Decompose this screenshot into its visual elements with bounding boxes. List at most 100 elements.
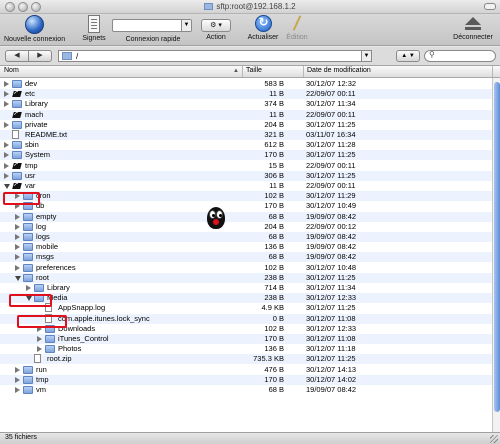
file-name: preferences [36, 262, 76, 272]
file-row[interactable]: AppSnapp.log 4.9 KB 30/12/07 11:25 [0, 303, 492, 313]
folder-row[interactable]: log 204 B 22/09/07 00:12 [0, 222, 492, 232]
file-size: 11 B [269, 181, 284, 190]
folder-row[interactable]: dev 583 B 30/12/07 12:32 [0, 79, 492, 89]
disclosure-closed-icon[interactable] [4, 91, 9, 98]
search-field[interactable]: ⚲ [424, 50, 496, 62]
disclosure-closed-icon[interactable] [4, 172, 9, 179]
column-size-header[interactable]: Taille [246, 67, 262, 74]
disclosure-closed-icon[interactable] [15, 387, 20, 393]
folder-row[interactable]: tmp 170 B 30/12/07 14:02 [0, 374, 492, 385]
folder-icon [12, 80, 22, 88]
folder-row[interactable]: usr 306 B 30/12/07 11:25 [0, 170, 492, 181]
toolbar-toggle-button[interactable] [484, 3, 496, 10]
file-row[interactable]: README.txt 321 B 03/11/07 16:34 [0, 130, 492, 140]
file-row[interactable]: root.zip 735.3 KB 30/12/07 11:25 [0, 354, 492, 365]
highlight-media [17, 315, 67, 328]
column-divider[interactable] [492, 66, 493, 77]
folder-row[interactable]: mobile 136 B 19/09/07 08:42 [0, 242, 492, 252]
column-divider[interactable] [303, 66, 304, 77]
disclosure-closed-icon[interactable] [37, 336, 42, 342]
disclosure-closed-icon[interactable] [4, 152, 9, 159]
disclosure-closed-icon[interactable] [26, 285, 31, 291]
forward-button[interactable]: ▶ [28, 50, 52, 62]
disclosure-closed-icon[interactable] [15, 223, 20, 230]
symlink-row[interactable]: etc 11 B 22/09/07 00:11 [0, 88, 492, 100]
file-size: 102 B [264, 323, 284, 333]
parent-directory-button[interactable]: ▲ ▼ [396, 50, 420, 62]
folder-row[interactable]: Downloads 102 B 30/12/07 12:33 [0, 324, 492, 334]
folder-row[interactable]: db 170 B 30/12/07 10:49 [0, 201, 492, 211]
refresh-button[interactable]: Actualiser [246, 15, 280, 41]
file-modified-date: 19/09/07 08:42 [306, 252, 357, 262]
file-name: README.txt [25, 130, 68, 139]
disclosure-closed-icon[interactable] [4, 162, 9, 169]
file-browser[interactable]: dev 583 B 30/12/07 12:32 etc 11 B 22/09/07 00… [0, 78, 492, 432]
folder-row[interactable]: Library 714 B 30/12/07 11:34 [0, 283, 492, 293]
column-divider[interactable] [242, 66, 243, 77]
alias-folder-icon [12, 160, 22, 170]
folder-icon [12, 100, 22, 109]
bookmarks-label: Signets [82, 35, 106, 42]
folder-row[interactable]: Library 374 B 30/12/07 11:34 [0, 99, 492, 109]
folder-row[interactable]: cron 102 B 30/12/07 11:29 [0, 191, 492, 202]
edit-button[interactable]: Édition [283, 15, 311, 41]
disclosure-closed-icon[interactable] [15, 244, 20, 251]
folder-icon [62, 52, 72, 60]
file-modified-date: 30/12/07 11:25 [306, 170, 356, 180]
document-icon [34, 354, 41, 364]
file-size: 170 B [264, 374, 284, 384]
folder-row[interactable]: Media 238 B 30/12/07 12:33 [0, 293, 492, 304]
disclosure-closed-icon[interactable] [4, 121, 9, 128]
folder-row[interactable]: sbin 612 B 30/12/07 11:28 [0, 140, 492, 150]
file-modified-date: 03/11/07 16:34 [306, 130, 356, 139]
disconnect-button[interactable]: Déconnecter [450, 15, 496, 41]
up-down-icon: ▲ ▼ [401, 53, 415, 59]
folder-row[interactable]: msgs 68 B 19/09/07 08:42 [0, 252, 492, 263]
quick-connect-select[interactable]: ▼ [112, 19, 192, 32]
folder-row[interactable]: preferences 102 B 30/12/07 10:48 [0, 263, 492, 273]
disclosure-open-icon[interactable] [4, 184, 10, 189]
disclosure-closed-icon[interactable] [15, 254, 20, 261]
folder-row[interactable]: run 476 B 30/12/07 14:13 [0, 365, 492, 375]
disclosure-closed-icon[interactable] [4, 142, 9, 149]
folder-row[interactable]: Photos 136 B 30/12/07 11:18 [0, 344, 492, 354]
column-name-header[interactable]: Nom [4, 67, 19, 74]
scrollbar-thumb[interactable] [494, 82, 500, 412]
path-select[interactable]: / ▼ [58, 50, 372, 62]
path-bar: ◀ ▶ / ▼ ▲ ▼ ⚲ [0, 47, 500, 66]
folder-icon [23, 375, 33, 384]
folder-row[interactable]: logs 68 B 19/09/07 08:42 [0, 232, 492, 242]
action-menu[interactable]: ⚙ ▾ Action [200, 15, 232, 41]
disclosure-closed-icon[interactable] [15, 234, 20, 240]
symlink-row[interactable]: tmp 15 B 22/09/07 00:11 [0, 160, 492, 171]
disclosure-closed-icon[interactable] [15, 213, 20, 220]
disclosure-closed-icon[interactable] [15, 376, 20, 383]
back-button[interactable]: ◀ [5, 50, 29, 62]
resize-grip-icon[interactable] [490, 435, 498, 443]
disclosure-closed-icon[interactable] [4, 81, 9, 87]
disclosure-closed-icon[interactable] [15, 366, 20, 373]
column-modified-header[interactable]: Date de modification [307, 67, 371, 74]
file-row[interactable]: com.apple.itunes.lock_sync 0 B 30/12/07 11… [0, 313, 492, 324]
folder-row[interactable]: vm 68 B 19/09/07 08:42 [0, 385, 492, 395]
file-modified-date: 30/12/07 11:25 [306, 272, 356, 282]
new-connection-button[interactable]: Nouvelle connexion [4, 15, 65, 43]
symlink-row[interactable]: var 11 B 22/09/07 00:11 [0, 180, 492, 191]
symlink-row[interactable]: mach 11 B 22/09/07 00:11 [0, 109, 492, 120]
disclosure-closed-icon[interactable] [4, 101, 9, 108]
file-size: 735.3 KB [253, 354, 284, 364]
bookmarks-button[interactable]: Signets [80, 15, 108, 42]
vertical-scrollbar[interactable] [492, 78, 500, 432]
folder-row[interactable]: root 238 B 30/12/07 11:25 [0, 272, 492, 283]
highlight-root [9, 294, 52, 307]
folder-row[interactable]: iTunes_Control 170 B 30/12/07 11:08 [0, 334, 492, 344]
folder-row[interactable]: private 204 B 30/12/07 11:25 [0, 120, 492, 130]
folder-row[interactable]: empty 68 B 19/09/07 08:42 [0, 211, 492, 222]
search-icon: ⚲ [429, 50, 435, 59]
disclosure-closed-icon[interactable] [15, 264, 20, 271]
disclosure-closed-icon[interactable] [37, 346, 42, 353]
edit-label: Édition [286, 34, 308, 41]
file-name: root [36, 272, 49, 282]
folder-row[interactable]: System 170 B 30/12/07 11:25 [0, 150, 492, 161]
disclosure-open-icon[interactable] [15, 275, 21, 281]
